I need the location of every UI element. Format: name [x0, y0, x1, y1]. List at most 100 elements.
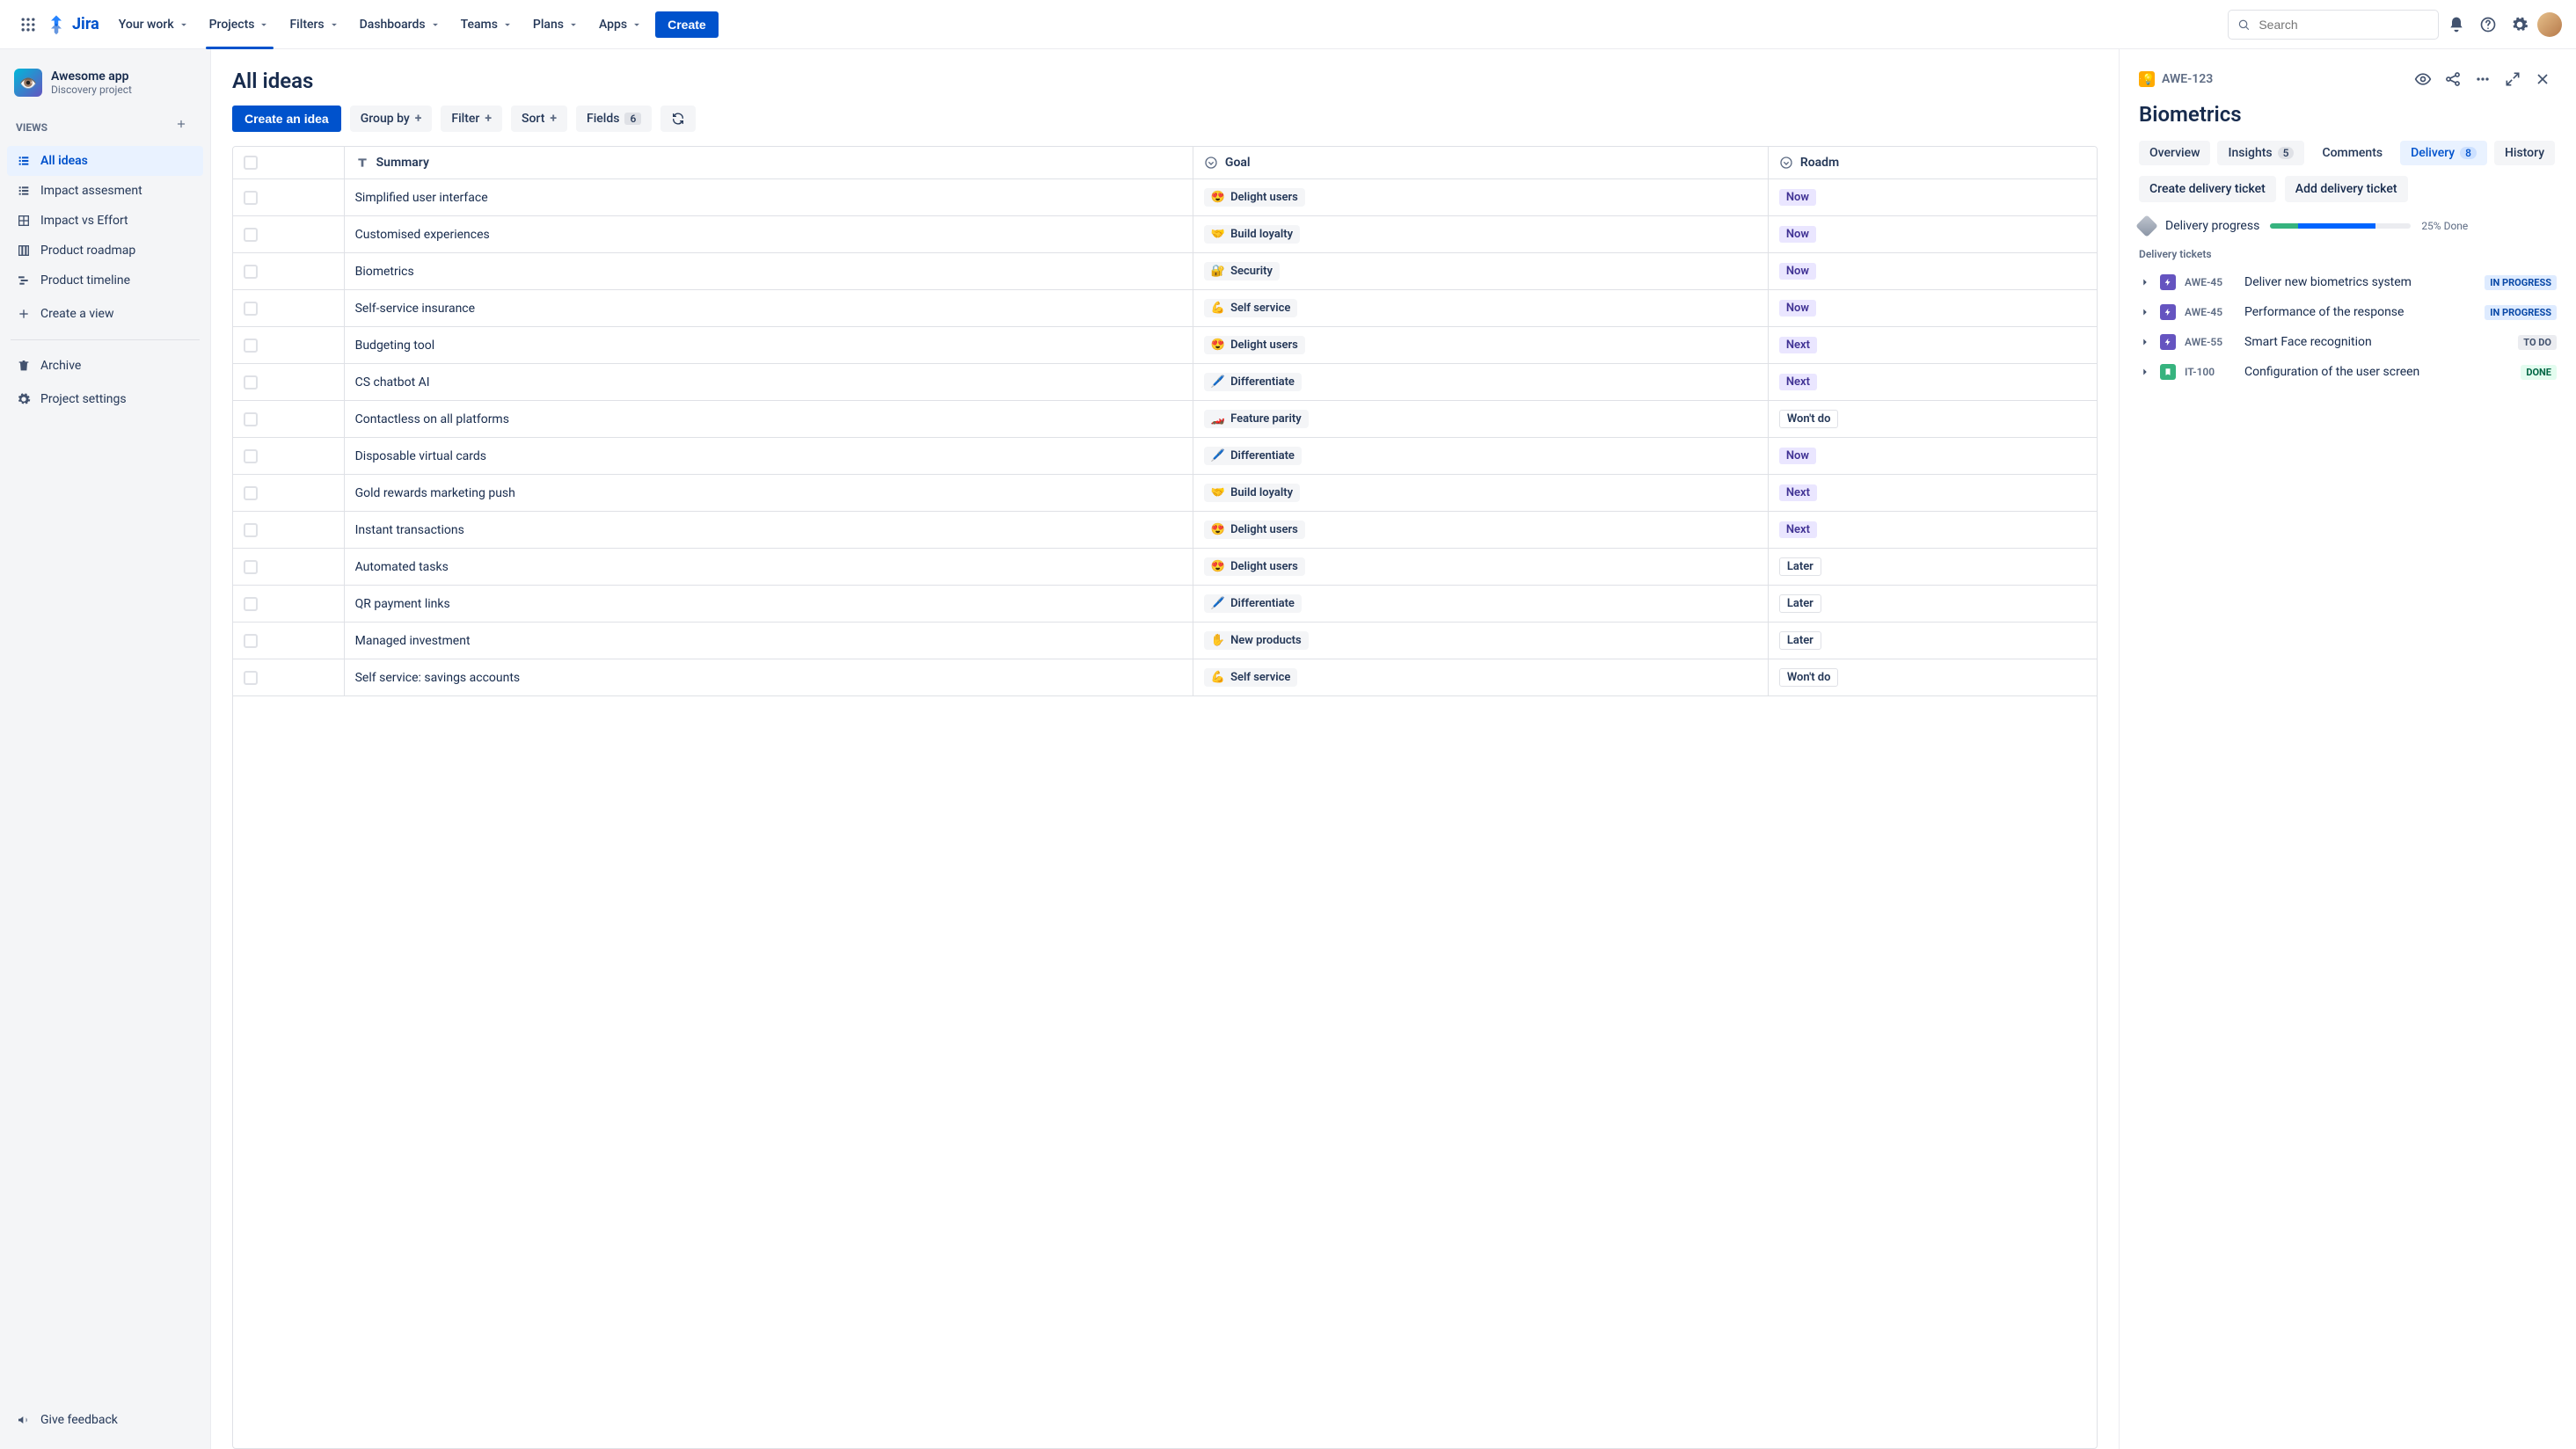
goal-chip[interactable]: 💪Self service: [1204, 668, 1297, 687]
goal-chip[interactable]: 😍Delight users: [1204, 188, 1305, 207]
goal-chip[interactable]: 💪Self service: [1204, 299, 1297, 317]
search-input[interactable]: [2228, 10, 2439, 40]
create-delivery-ticket-button[interactable]: Create delivery ticket: [2139, 176, 2276, 202]
goal-chip[interactable]: 🖊️Differentiate: [1204, 594, 1302, 613]
row-checkbox[interactable]: [244, 597, 258, 611]
delivery-ticket[interactable]: AWE-55Smart Face recognitionTO DO: [2139, 327, 2557, 357]
row-checkbox[interactable]: [244, 339, 258, 353]
row-checkbox[interactable]: [244, 191, 258, 205]
table-row[interactable]: Customised experiences🤝Build loyaltyNow: [233, 216, 2097, 253]
user-avatar[interactable]: [2537, 12, 2562, 37]
roadmap-chip[interactable]: Next: [1779, 484, 1817, 501]
table-row[interactable]: Self service: savings accounts💪Self serv…: [233, 659, 2097, 696]
roadmap-chip[interactable]: Next: [1779, 374, 1817, 390]
goal-chip[interactable]: 🔐Security: [1204, 262, 1280, 280]
select-all-checkbox[interactable]: [244, 156, 258, 170]
roadmap-chip[interactable]: Won't do: [1779, 410, 1839, 428]
tab-comments[interactable]: Comments: [2311, 141, 2393, 165]
jira-logo[interactable]: Jira: [46, 14, 99, 35]
roadmap-chip[interactable]: Later: [1779, 594, 1821, 613]
notifications-icon[interactable]: [2442, 11, 2470, 39]
row-checkbox[interactable]: [244, 375, 258, 390]
table-row[interactable]: Gold rewards marketing push🤝Build loyalt…: [233, 475, 2097, 512]
settings-icon[interactable]: [2506, 11, 2534, 39]
add-delivery-ticket-button[interactable]: Add delivery ticket: [2285, 176, 2408, 202]
goal-chip[interactable]: 😍Delight users: [1204, 521, 1305, 539]
sidebar-item-impact-vs-effort[interactable]: Impact vs Effort: [7, 206, 203, 236]
table-row[interactable]: CS chatbot AI🖊️DifferentiateNext: [233, 364, 2097, 401]
table-row[interactable]: Biometrics🔐SecurityNow: [233, 253, 2097, 290]
table-row[interactable]: Managed investment✋New productsLater: [233, 623, 2097, 659]
more-icon[interactable]: [2469, 65, 2497, 93]
row-checkbox[interactable]: [244, 671, 258, 685]
goal-chip[interactable]: 🤝Build loyalty: [1204, 484, 1300, 502]
tab-delivery[interactable]: Delivery8: [2400, 141, 2487, 165]
goal-chip[interactable]: 🏎️Feature parity: [1204, 410, 1309, 428]
fields-button[interactable]: Fields 6: [576, 106, 652, 132]
row-checkbox[interactable]: [244, 228, 258, 242]
group-by-button[interactable]: Group by+: [350, 106, 433, 132]
roadmap-chip[interactable]: Won't do: [1779, 668, 1839, 687]
goal-chip[interactable]: 😍Delight users: [1204, 336, 1305, 354]
roadmap-chip[interactable]: Now: [1779, 226, 1816, 243]
roadmap-chip[interactable]: Next: [1779, 521, 1817, 538]
nav-item-teams[interactable]: Teams: [452, 12, 522, 37]
add-view-icon[interactable]: [175, 118, 194, 137]
roadmap-chip[interactable]: Later: [1779, 557, 1821, 576]
table-row[interactable]: Disposable virtual cards🖊️DifferentiateN…: [233, 438, 2097, 475]
row-checkbox[interactable]: [244, 634, 258, 648]
goal-chip[interactable]: 🖊️Differentiate: [1204, 447, 1302, 465]
row-checkbox[interactable]: [244, 523, 258, 537]
tab-overview[interactable]: Overview: [2139, 141, 2210, 165]
roadmap-chip[interactable]: Now: [1779, 263, 1816, 280]
sidebar-item-product-timeline[interactable]: Product timeline: [7, 266, 203, 295]
delivery-ticket[interactable]: AWE-45Deliver new biometrics systemIN PR…: [2139, 267, 2557, 297]
share-icon[interactable]: [2439, 65, 2467, 93]
sort-button[interactable]: Sort+: [511, 106, 567, 132]
sidebar-item-impact-assesment[interactable]: Impact assesment: [7, 176, 203, 206]
expand-icon[interactable]: [2499, 65, 2527, 93]
goal-chip[interactable]: 😍Delight users: [1204, 557, 1305, 576]
create-idea-button[interactable]: Create an idea: [232, 106, 341, 132]
row-checkbox[interactable]: [244, 560, 258, 574]
automation-button[interactable]: [660, 106, 696, 132]
nav-item-filters[interactable]: Filters: [281, 12, 348, 37]
row-checkbox[interactable]: [244, 449, 258, 463]
roadmap-chip[interactable]: Now: [1779, 448, 1816, 464]
row-checkbox[interactable]: [244, 412, 258, 426]
table-row[interactable]: Instant transactions😍Delight usersNext: [233, 512, 2097, 549]
row-checkbox[interactable]: [244, 265, 258, 279]
sidebar-give-feedback[interactable]: Give feedback: [7, 1405, 203, 1435]
table-row[interactable]: Self-service insurance💪Self serviceNow: [233, 290, 2097, 327]
search-field[interactable]: [2257, 17, 2429, 33]
nav-item-apps[interactable]: Apps: [590, 12, 652, 37]
create-button[interactable]: Create: [655, 11, 719, 38]
roadmap-chip[interactable]: Now: [1779, 189, 1816, 206]
goal-chip[interactable]: ✋New products: [1204, 631, 1309, 650]
row-checkbox[interactable]: [244, 486, 258, 500]
sidebar-create-view[interactable]: Create a view: [7, 299, 203, 329]
sidebar-project-settings[interactable]: Project settings: [7, 384, 203, 414]
help-icon[interactable]: [2474, 11, 2502, 39]
nav-item-your-work[interactable]: Your work: [110, 12, 199, 37]
nav-item-plans[interactable]: Plans: [524, 12, 588, 37]
table-row[interactable]: Contactless on all platforms🏎️Feature pa…: [233, 401, 2097, 438]
goal-chip[interactable]: 🖊️Differentiate: [1204, 373, 1302, 391]
sidebar-item-product-roadmap[interactable]: Product roadmap: [7, 236, 203, 266]
app-switcher-icon[interactable]: [14, 11, 42, 39]
sidebar-archive[interactable]: Archive: [7, 351, 203, 381]
delivery-ticket[interactable]: AWE-45Performance of the responseIN PROG…: [2139, 297, 2557, 327]
nav-item-projects[interactable]: Projects: [201, 12, 280, 37]
delivery-ticket[interactable]: IT-100Configuration of the user screenDO…: [2139, 357, 2557, 387]
roadmap-chip[interactable]: Later: [1779, 631, 1821, 650]
issue-key[interactable]: AWE-123: [2162, 72, 2213, 86]
sidebar-item-all-ideas[interactable]: All ideas: [7, 146, 203, 176]
table-row[interactable]: Automated tasks😍Delight usersLater: [233, 549, 2097, 586]
tab-history[interactable]: History: [2494, 141, 2555, 165]
table-row[interactable]: Budgeting tool😍Delight usersNext: [233, 327, 2097, 364]
tab-insights[interactable]: Insights5: [2217, 141, 2304, 165]
close-icon[interactable]: [2529, 65, 2557, 93]
filter-button[interactable]: Filter+: [441, 106, 502, 132]
roadmap-chip[interactable]: Now: [1779, 300, 1816, 317]
roadmap-chip[interactable]: Next: [1779, 337, 1817, 353]
